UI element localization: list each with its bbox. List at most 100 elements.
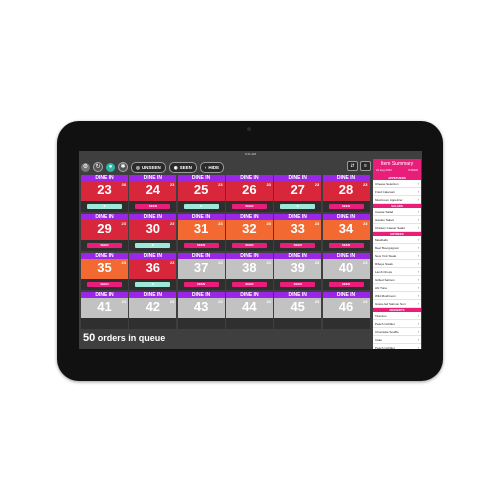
- summary-item[interactable]: Ahi Tuna ›: [373, 284, 421, 292]
- summary-item[interactable]: Wild Mushroom ›: [373, 292, 421, 300]
- order-tile[interactable]: DINE IN 31 23 SEEN: [177, 214, 225, 251]
- app-screen: 9:41 AM ⚙ ↻ ● ✱ ◎ UNSEEN ◉ SEEN ‹ HIDE ⇵…: [79, 151, 422, 349]
- item-count: 23: [121, 299, 126, 304]
- summary-item[interactable]: Grilled Salmon ›: [373, 276, 421, 284]
- summary-item[interactable]: Ribeye Steak ›: [373, 260, 421, 268]
- item-count: 23: [363, 221, 368, 226]
- order-tile[interactable]: DINE IN 42 23: [129, 292, 177, 329]
- order-tile[interactable]: DINE IN 29 23 SEEN: [81, 214, 128, 251]
- tile-action-button[interactable]: ★: [87, 204, 122, 209]
- settings-icon[interactable]: ⚙: [81, 162, 90, 172]
- summary-item[interactable]: Chocolate Souffle ›: [373, 328, 421, 336]
- refresh-icon[interactable]: ↻: [93, 162, 103, 172]
- tile-action-button[interactable]: ★: [183, 204, 219, 209]
- chevron-right-icon: ›: [417, 313, 419, 318]
- tile-action-button[interactable]: SEEN: [328, 282, 364, 287]
- chevron-right-icon: ›: [417, 277, 419, 282]
- tile-action-button[interactable]: SEEN: [231, 204, 267, 209]
- chevron-right-icon: ›: [417, 253, 419, 258]
- toolbar: ⚙ ↻ ● ✱ ◎ UNSEEN ◉ SEEN ‹ HIDE: [81, 159, 371, 175]
- order-tile[interactable]: DINE IN 38 23 SEEN: [225, 253, 273, 290]
- order-tile[interactable]: DINE IN 26 23 SEEN: [225, 175, 273, 212]
- chevron-right-icon: ›: [417, 293, 419, 298]
- order-tile[interactable]: DINE IN 35 23 SEEN: [81, 253, 128, 290]
- tile-action-button[interactable]: SEEN: [328, 204, 364, 209]
- order-tile[interactable]: DINE IN 41 23: [81, 292, 128, 329]
- tile-action-button[interactable]: SEEN: [231, 282, 267, 287]
- summary-item[interactable]: Meatballs ›: [373, 236, 421, 244]
- summary-item-label: Wild Mushroom: [375, 293, 396, 298]
- item-count: 23: [266, 221, 271, 226]
- tile-action-button[interactable]: ★: [135, 282, 171, 287]
- order-tile[interactable]: DINE IN 40 23 SEEN: [322, 253, 370, 290]
- order-tile[interactable]: DINE IN 46 23: [322, 292, 370, 329]
- item-count: 23: [314, 299, 320, 304]
- item-count: 23: [218, 260, 223, 265]
- unseen-button[interactable]: ◎ UNSEEN: [131, 161, 166, 173]
- summary-item-label: Mushroom Appetizer: [375, 197, 403, 202]
- chevron-right-icon: ›: [417, 337, 419, 342]
- order-tile[interactable]: DINE IN 39 23 SEEN: [274, 253, 322, 290]
- summary-item[interactable]: Tiramisu ›: [373, 312, 421, 320]
- seen-button[interactable]: ◉ SEEN: [168, 161, 197, 173]
- summary-item-label: Grass-fed Salmon Nori: [375, 301, 406, 306]
- order-tile[interactable]: DINE IN 33 23 SEEN: [274, 214, 322, 251]
- summary-list: APPETIZERS Cheese Selection › Fried Calamar…: [373, 176, 421, 349]
- summary-item[interactable]: Fried Calamari ›: [373, 188, 421, 196]
- chevron-right-icon: ›: [417, 197, 419, 202]
- item-summary-panel: Item Summary 21 Aug 2023 8:00AM APPETIZE…: [373, 159, 421, 349]
- order-tile[interactable]: DINE IN 27 23 ★: [274, 175, 322, 212]
- tile-action-button[interactable]: SEEN: [280, 243, 316, 248]
- summary-item[interactable]: Cake ›: [373, 336, 421, 344]
- order-tile[interactable]: DINE IN 32 23 SEEN: [225, 214, 273, 251]
- summary-item-label: Fried Calamari: [375, 189, 395, 194]
- summary-item[interactable]: Grass-fed Salmon Nori ›: [373, 300, 421, 308]
- summary-item[interactable]: Garden Salad ›: [373, 216, 421, 224]
- order-tile[interactable]: DINE IN 34 23 SEEN: [322, 214, 370, 251]
- chevron-right-icon: ›: [417, 301, 419, 306]
- sort-icon[interactable]: ≡: [360, 161, 371, 171]
- summary-item[interactable]: Mushroom Appetizer ›: [373, 196, 421, 204]
- hide-button[interactable]: ‹ HIDE: [199, 161, 225, 173]
- tile-action-button[interactable]: SEEN: [183, 282, 219, 287]
- tile-action-button[interactable]: ★: [135, 243, 171, 248]
- order-tile[interactable]: DINE IN 36 23 ★: [129, 253, 177, 290]
- order-tile[interactable]: DINE IN 23 38 ★: [81, 175, 128, 212]
- summary-item-label: Cake: [375, 337, 383, 342]
- tile-action-button[interactable]: SEEN: [328, 243, 364, 248]
- summary-item[interactable]: Caesar Salad ›: [373, 208, 421, 216]
- item-count: 23: [266, 299, 271, 304]
- order-tile[interactable]: DINE IN 30 23 ★: [129, 214, 177, 251]
- order-tile[interactable]: DINE IN 44 23: [225, 292, 273, 329]
- order-tile[interactable]: DINE IN 28 23 SEEN: [322, 175, 370, 212]
- summary-item[interactable]: Lamb Chops ›: [373, 268, 421, 276]
- tile-action-button[interactable]: SEEN: [183, 243, 219, 248]
- order-tile[interactable]: DINE IN 45 23: [274, 292, 322, 329]
- chevron-right-icon: ›: [417, 269, 419, 274]
- summary-item[interactable]: Peach Cobbler ›: [373, 344, 421, 349]
- order-tile[interactable]: DINE IN 43 23: [177, 292, 225, 329]
- scroll-icon[interactable]: ⇵: [347, 161, 358, 171]
- item-count: 23: [314, 221, 320, 226]
- summary-date: 21 Aug 2023: [376, 168, 392, 172]
- order-tile[interactable]: DINE IN 37 23 SEEN: [177, 253, 225, 290]
- tile-action-button[interactable]: SEEN: [231, 243, 267, 248]
- order-tile[interactable]: DINE IN 25 23 ★: [177, 175, 225, 212]
- unseen-button-label: UNSEEN: [141, 164, 161, 170]
- tile-action-button[interactable]: SEEN: [87, 282, 122, 287]
- item-count: 23: [169, 221, 175, 226]
- tile-action-button[interactable]: SEEN: [280, 282, 316, 287]
- tile-action-button[interactable]: SEEN: [135, 204, 171, 209]
- summary-item[interactable]: Beef Bourguignon ›: [373, 244, 421, 252]
- summary-item[interactable]: Peach Cobbler ›: [373, 320, 421, 328]
- summary-item-label: Chicken Caesar Salad: [375, 225, 405, 230]
- tile-action-button[interactable]: SEEN: [87, 243, 122, 248]
- gear-icon[interactable]: ✱: [118, 162, 128, 172]
- summary-item[interactable]: Cheese Selection ›: [373, 180, 421, 188]
- summary-item[interactable]: New York Steak ›: [373, 252, 421, 260]
- item-count: 23: [218, 221, 223, 226]
- order-tile[interactable]: DINE IN 24 23 SEEN: [129, 175, 177, 212]
- tile-action-button[interactable]: ★: [280, 204, 316, 209]
- status-icon[interactable]: ●: [106, 162, 115, 172]
- summary-item[interactable]: Chicken Caesar Salad ›: [373, 224, 421, 232]
